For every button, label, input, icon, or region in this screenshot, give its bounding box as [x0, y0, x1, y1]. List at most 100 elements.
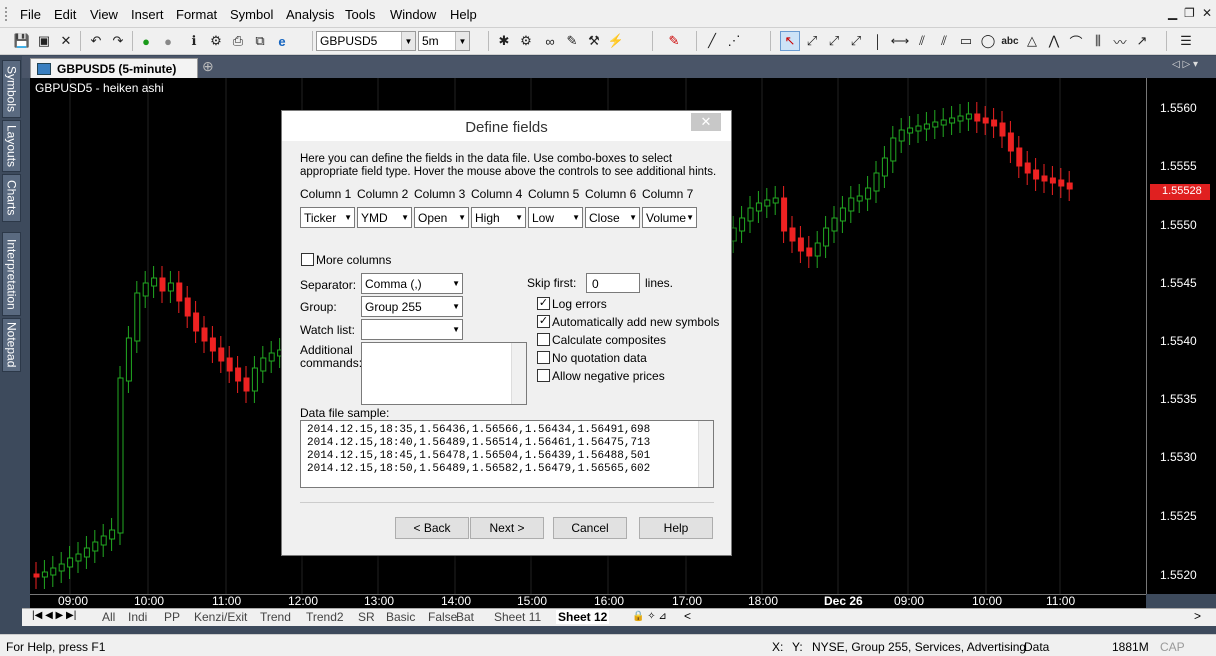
- menu-symbol[interactable]: Symbol: [230, 7, 273, 22]
- rectangle-icon[interactable]: ▭: [956, 31, 976, 51]
- channel-icon[interactable]: ⫽: [934, 31, 954, 51]
- info-icon[interactable]: ℹ: [184, 31, 204, 51]
- separator-select[interactable]: Comma (,) ▼: [361, 273, 463, 294]
- redo-icon[interactable]: ↷: [108, 31, 128, 51]
- browser-icon[interactable]: e: [272, 31, 292, 51]
- additional-commands-textarea[interactable]: [361, 342, 527, 405]
- sheet-tab[interactable]: Sheet 11: [492, 610, 543, 624]
- column-type-select[interactable]: Low ▼: [528, 207, 583, 228]
- menu-window[interactable]: Window: [390, 7, 436, 22]
- cycles-icon[interactable]: ⫼: [1088, 31, 1108, 51]
- scan-icon[interactable]: ⚙: [516, 31, 536, 51]
- sidebar-tab-interpretation[interactable]: Interpretation: [2, 232, 21, 316]
- sheet-tab[interactable]: Trend2: [304, 610, 346, 624]
- triangle-icon[interactable]: △: [1022, 31, 1042, 51]
- parallel-lines-icon[interactable]: ⫽: [912, 31, 932, 51]
- sidebar-tab-symbols[interactable]: Symbols: [2, 60, 21, 118]
- ray-icon[interactable]: ⤢: [824, 31, 844, 51]
- trendline-icon[interactable]: ⤢: [802, 31, 822, 51]
- text-icon[interactable]: abc: [1000, 31, 1020, 51]
- option-checkbox[interactable]: ✓: [537, 315, 550, 328]
- column-type-select[interactable]: Ticker ▼: [300, 207, 355, 228]
- column-type-select[interactable]: Close ▼: [585, 207, 640, 228]
- column-type-select[interactable]: Volume ▼: [642, 207, 697, 228]
- menu-help[interactable]: Help: [450, 7, 477, 22]
- cancel-button[interactable]: Cancel: [553, 517, 627, 539]
- sheet-tab[interactable]: Kenzi/Exit: [192, 610, 249, 624]
- sample-scrollbar[interactable]: [698, 421, 713, 487]
- select-arrow-icon[interactable]: ↖: [780, 31, 800, 51]
- option-checkbox[interactable]: ✓: [537, 297, 550, 310]
- color-pen-icon[interactable]: ✎: [664, 31, 684, 51]
- sheet-tab[interactable]: All: [100, 610, 117, 624]
- hammer-icon[interactable]: ⚒: [584, 31, 604, 51]
- lock-icon[interactable]: 🔒 ✧ ⊿: [632, 611, 667, 622]
- interval-combo[interactable]: 5m ▼: [418, 31, 470, 51]
- menu-tools[interactable]: Tools: [345, 7, 375, 22]
- column-type-select[interactable]: Open ▼: [414, 207, 469, 228]
- textarea-scrollbar[interactable]: [511, 343, 526, 404]
- help-button[interactable]: Help: [639, 517, 713, 539]
- sidebar-tab-notepad[interactable]: Notepad: [2, 318, 21, 372]
- print-icon[interactable]: ⎙: [228, 31, 248, 51]
- watchlist-select[interactable]: ▼: [361, 319, 463, 340]
- menu-file[interactable]: File: [20, 7, 41, 22]
- sample-box[interactable]: 2014.12.15,18:35,1.56436,1.56566,1.56434…: [300, 420, 714, 488]
- list-icon[interactable]: ☰: [1176, 31, 1196, 51]
- pencil-draw-icon[interactable]: 〰: [1110, 31, 1130, 51]
- skip-first-input[interactable]: 0: [586, 273, 640, 293]
- close-icon[interactable]: ✕: [1202, 6, 1212, 20]
- copy-icon[interactable]: ⧉: [250, 31, 270, 51]
- sheet-tab[interactable]: Sheet 12: [556, 610, 610, 624]
- option-checkbox[interactable]: [537, 333, 550, 346]
- wand-icon[interactable]: ⚡: [606, 31, 626, 51]
- arc-icon[interactable]: ⌒: [1066, 31, 1086, 51]
- new-tab-icon[interactable]: ⊕: [202, 58, 214, 75]
- restore-icon[interactable]: ❐: [1184, 6, 1195, 20]
- sheet-tab[interactable]: SR: [356, 610, 377, 624]
- sheet-scroll-right-icon[interactable]: >: [1194, 609, 1201, 623]
- option-checkbox[interactable]: [537, 369, 550, 382]
- column-type-select[interactable]: High ▼: [471, 207, 526, 228]
- menu-format[interactable]: Format: [176, 7, 217, 22]
- menu-insert[interactable]: Insert: [131, 7, 164, 22]
- import-icon[interactable]: ⚙: [206, 31, 226, 51]
- save-icon[interactable]: 💾: [12, 31, 32, 51]
- sheet-scroll-left-icon[interactable]: <: [684, 609, 691, 623]
- document-tab-gbpusd5[interactable]: GBPUSD5 (5-minute): [30, 58, 198, 78]
- sheet-tab[interactable]: Basic: [384, 610, 417, 624]
- symbol-combo[interactable]: GBPUSD5 ▼: [316, 31, 416, 51]
- forward-icon[interactable]: ●: [158, 31, 178, 51]
- back-button[interactable]: < Back: [395, 517, 469, 539]
- menu-view[interactable]: View: [90, 7, 118, 22]
- vertical-line-icon[interactable]: │: [868, 31, 888, 51]
- arrow-draw-icon[interactable]: ↗: [1132, 31, 1152, 51]
- sidebar-tab-layouts[interactable]: Layouts: [2, 120, 21, 172]
- zigzag-icon[interactable]: ⋀: [1044, 31, 1064, 51]
- option-checkbox[interactable]: [537, 351, 550, 364]
- save-all-icon[interactable]: ▣: [34, 31, 54, 51]
- menu-edit[interactable]: Edit: [54, 7, 76, 22]
- draw-line-icon[interactable]: ╱: [702, 31, 722, 51]
- menu-analysis[interactable]: Analysis: [286, 7, 334, 22]
- next-button[interactable]: Next >: [470, 517, 544, 539]
- tab-scroll-icon[interactable]: ◁ ▷ ▾: [1172, 59, 1198, 70]
- binoculars-icon[interactable]: ∞: [540, 31, 560, 51]
- close-doc-icon[interactable]: ✕: [56, 31, 76, 51]
- sheet-tab[interactable]: Indi: [126, 610, 149, 624]
- more-columns-checkbox[interactable]: [301, 253, 314, 266]
- sheet-tab[interactable]: Bat: [454, 610, 476, 624]
- explore-icon[interactable]: ✱: [494, 31, 514, 51]
- report-icon[interactable]: ✎: [562, 31, 582, 51]
- undo-icon[interactable]: ↶: [86, 31, 106, 51]
- ellipse-icon[interactable]: ◯: [978, 31, 998, 51]
- extended-line-icon[interactable]: ⤢: [846, 31, 866, 51]
- horizontal-line-icon[interactable]: ⟷: [890, 31, 910, 51]
- back-icon[interactable]: ●: [136, 31, 156, 51]
- sidebar-tab-charts[interactable]: Charts: [2, 174, 21, 222]
- dialog-close-icon[interactable]: ✕: [691, 113, 721, 131]
- column-type-select[interactable]: YMD ▼: [357, 207, 412, 228]
- group-select[interactable]: Group 255 ▼: [361, 296, 463, 317]
- sheet-tab[interactable]: PP: [162, 610, 182, 624]
- dotted-line-icon[interactable]: ⋰: [724, 31, 744, 51]
